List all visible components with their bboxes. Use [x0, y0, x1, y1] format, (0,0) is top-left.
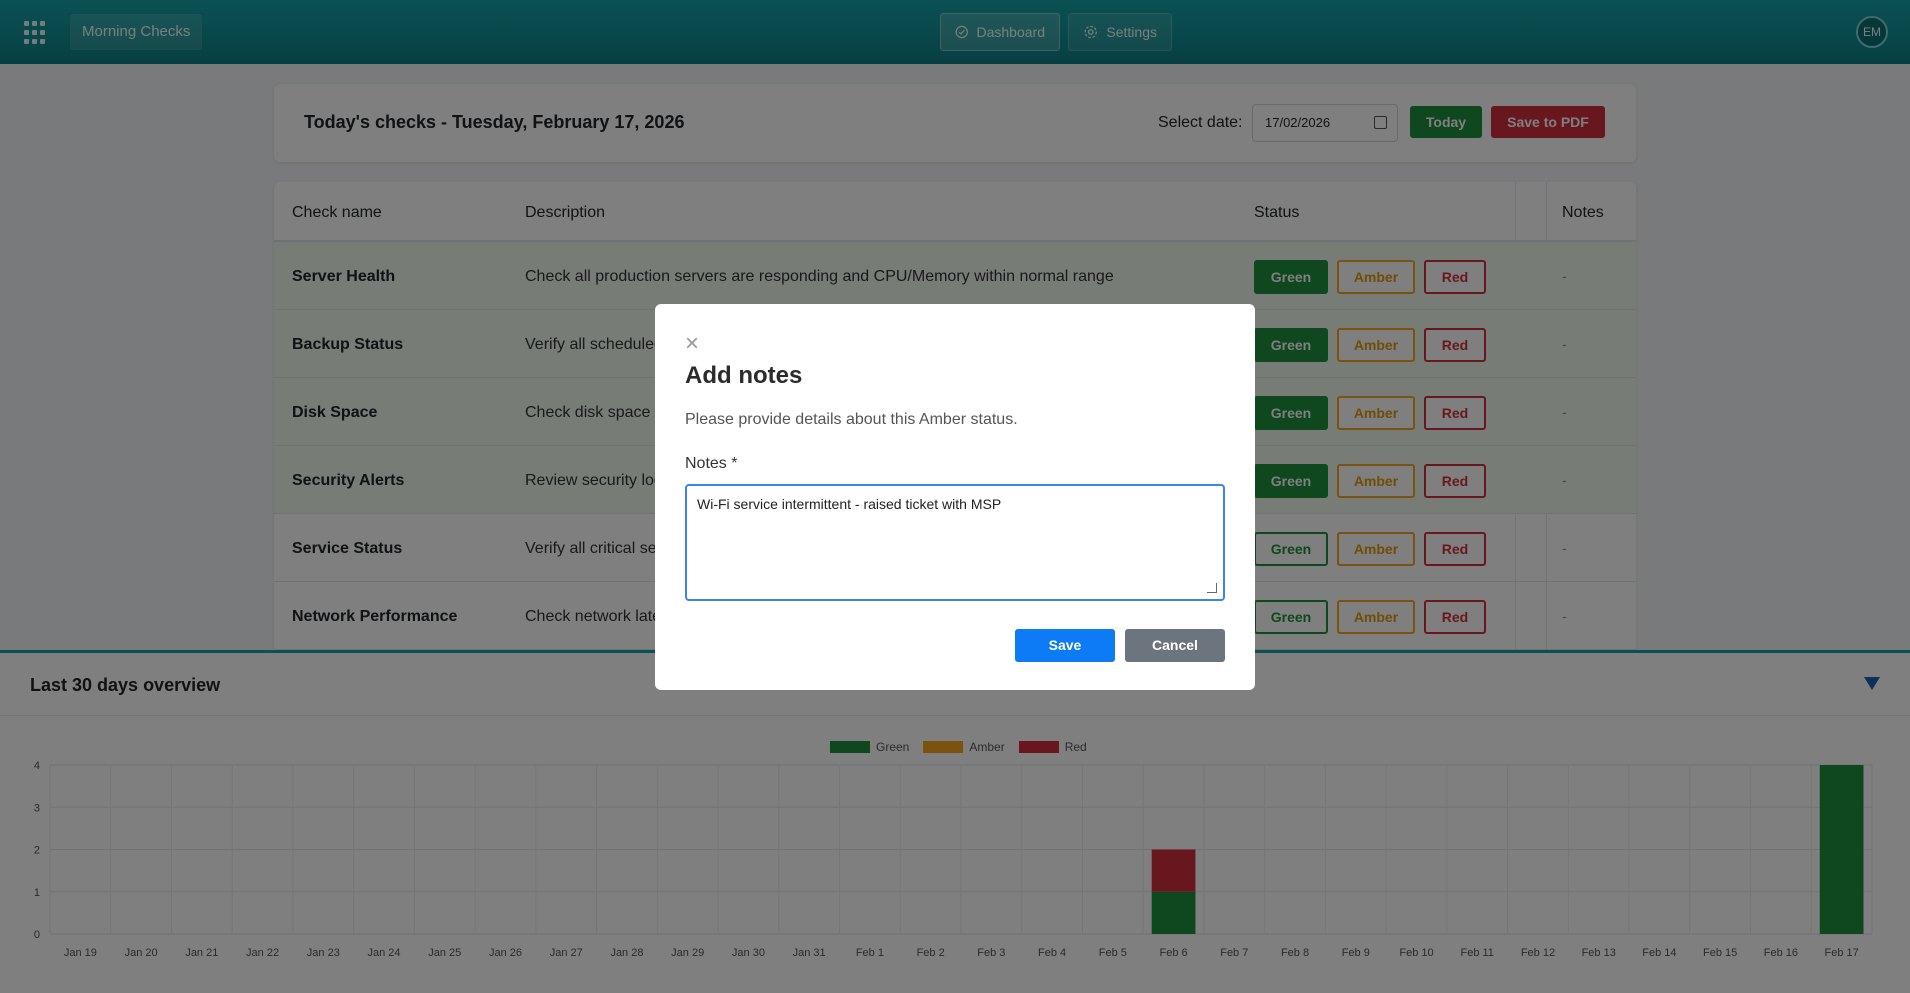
modal-title: Add notes	[685, 362, 803, 389]
notes-label: Notes *	[685, 455, 738, 472]
close-icon[interactable]: ×	[685, 332, 699, 356]
notes-text: Wi-Fi service intermittent - raised tick…	[697, 496, 1002, 512]
save-button[interactable]: Save	[1015, 629, 1115, 662]
cancel-button[interactable]: Cancel	[1125, 629, 1225, 662]
notes-textarea[interactable]: Wi-Fi service intermittent - raised tick…	[685, 484, 1225, 601]
modal-subtitle: Please provide details about this Amber …	[685, 411, 1018, 428]
resize-handle-icon[interactable]	[1207, 583, 1217, 593]
add-notes-modal: × Add notes Please provide details about…	[655, 304, 1255, 690]
